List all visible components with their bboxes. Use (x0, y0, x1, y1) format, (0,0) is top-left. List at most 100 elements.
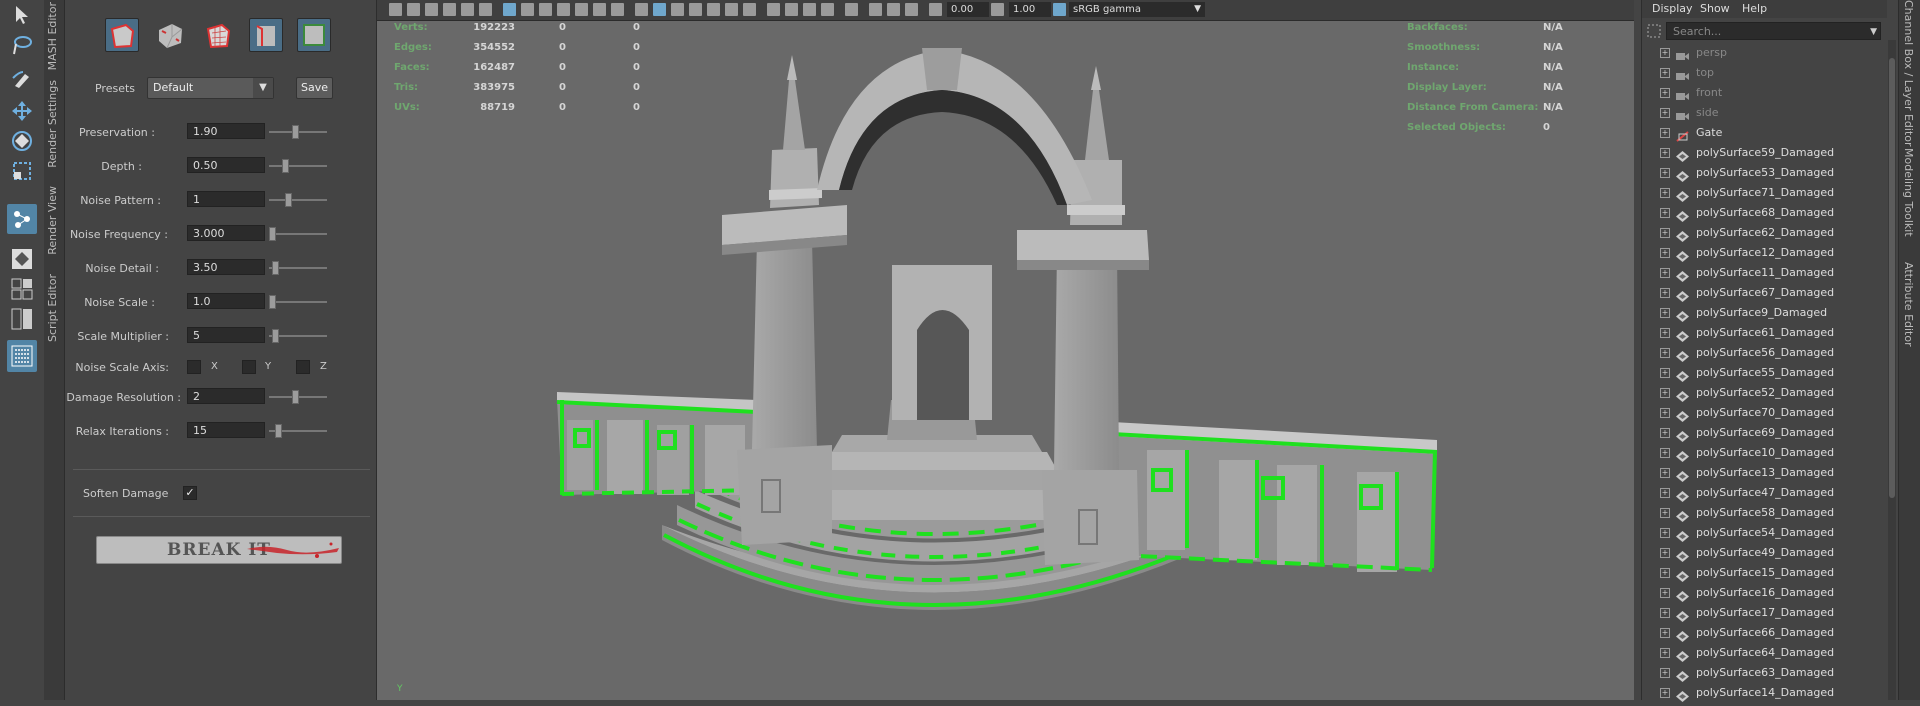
preset-cube-bevel-icon[interactable] (249, 18, 283, 52)
menu-show[interactable]: Show (1700, 2, 1730, 15)
tab-attribute-editor[interactable]: Attribute Editor (1902, 262, 1915, 347)
paint-select-icon[interactable] (7, 64, 37, 94)
outliner-item-row[interactable]: + polySurface16_Damaged (1642, 583, 1882, 603)
gamma-icon[interactable] (991, 3, 1004, 16)
outliner-layout-icon[interactable] (7, 340, 37, 372)
camera-attributes-icon[interactable] (407, 3, 420, 16)
noise-pattern-slider-track[interactable] (269, 199, 327, 201)
move-tool-icon[interactable] (7, 96, 37, 126)
outliner-item-row[interactable]: + polySurface62_Damaged (1642, 223, 1882, 243)
expand-icon[interactable]: + (1660, 568, 1670, 578)
expand-icon[interactable]: + (1660, 208, 1670, 218)
expand-icon[interactable]: + (1660, 648, 1670, 658)
rotate-tool-icon[interactable] (7, 126, 37, 156)
menu-help[interactable]: Help (1742, 2, 1767, 15)
expand-icon[interactable]: + (1660, 88, 1670, 98)
outliner-item-row[interactable]: + polySurface52_Damaged (1642, 383, 1882, 403)
preservation-field[interactable]: 1.90 (187, 123, 265, 139)
outliner-item-row[interactable]: + polySurface64_Damaged (1642, 643, 1882, 663)
expand-icon[interactable]: + (1660, 588, 1670, 598)
noise-axis-x-checkbox[interactable] (187, 360, 201, 374)
outliner-item-row[interactable]: + polySurface11_Damaged (1642, 263, 1882, 283)
relax-iterations-field[interactable]: 15 (187, 422, 265, 438)
expand-icon[interactable]: + (1660, 428, 1670, 438)
xray-active-icon[interactable] (887, 3, 900, 16)
break-it-button[interactable]: BREAK IT (96, 536, 342, 564)
expand-icon[interactable]: + (1660, 528, 1670, 538)
expand-icon[interactable]: + (1660, 268, 1670, 278)
expand-icon[interactable]: + (1660, 668, 1670, 678)
viewport-panel[interactable]: 0.00 1.00 sRGB gamma ▼ Verts: 192223 0 0… (376, 0, 1634, 700)
tab-channel-box[interactable]: Channel Box / Layer Editor (1902, 0, 1915, 147)
outliner-camera-row[interactable]: + front (1642, 83, 1882, 103)
expand-icon[interactable]: + (1660, 248, 1670, 258)
tab-script-editor[interactable]: Script Editor (46, 274, 59, 342)
expand-icon[interactable]: + (1660, 48, 1670, 58)
smooth-shade-icon[interactable] (653, 3, 666, 16)
expand-icon[interactable]: + (1660, 148, 1670, 158)
motion-blur-icon[interactable] (785, 3, 798, 16)
outliner-item-row[interactable]: + polySurface56_Damaged (1642, 343, 1882, 363)
outliner-item-row[interactable]: + polySurface71_Damaged (1642, 183, 1882, 203)
outliner-item-row[interactable]: + polySurface12_Damaged (1642, 243, 1882, 263)
preset-dropdown[interactable]: Default ▼ (147, 77, 274, 99)
grease-pencil-icon[interactable] (479, 3, 492, 16)
expand-icon[interactable]: + (1660, 228, 1670, 238)
textured-icon[interactable] (707, 3, 720, 16)
expand-icon[interactable]: + (1660, 188, 1670, 198)
safe-action-icon[interactable] (593, 3, 606, 16)
noise-frequency-slider-thumb[interactable] (269, 227, 276, 241)
outliner-item-row[interactable]: + polySurface53_Damaged (1642, 163, 1882, 183)
noise-axis-z-checkbox[interactable] (296, 360, 310, 374)
expand-icon[interactable]: + (1660, 468, 1670, 478)
noise-scale-slider-track[interactable] (269, 301, 327, 303)
select-tool-icon[interactable] (7, 0, 37, 30)
scale-tool-icon[interactable] (7, 156, 37, 186)
noise-scale-field[interactable]: 1.0 (187, 293, 265, 309)
outliner-item-row[interactable]: + polySurface15_Damaged (1642, 563, 1882, 583)
tab-mash-editor[interactable]: MASH Editor (46, 2, 59, 70)
outliner-item-row[interactable]: + polySurface69_Damaged (1642, 423, 1882, 443)
noise-pattern-slider-thumb[interactable] (284, 193, 292, 207)
expand-icon[interactable]: + (1660, 128, 1670, 138)
noise-detail-slider-thumb[interactable] (271, 261, 279, 275)
noise-pattern-field[interactable]: 1 (187, 191, 265, 207)
film-gate-icon[interactable] (521, 3, 534, 16)
resolution-gate-icon[interactable] (539, 3, 552, 16)
lighting-icon[interactable] (725, 3, 738, 16)
outliner-camera-row[interactable]: + top (1642, 63, 1882, 83)
expand-icon[interactable]: + (1660, 328, 1670, 338)
filter-icon[interactable] (1646, 23, 1662, 39)
outliner-item-row[interactable]: + polySurface10_Damaged (1642, 443, 1882, 463)
outliner-item-row[interactable]: + polySurface55_Damaged (1642, 363, 1882, 383)
gate-mask-icon[interactable] (557, 3, 570, 16)
exposure-icon[interactable] (929, 3, 942, 16)
outliner-item-row[interactable]: + polySurface68_Damaged (1642, 203, 1882, 223)
noise-axis-y-checkbox[interactable] (242, 360, 256, 374)
outliner-item-row[interactable]: + polySurface17_Damaged (1642, 603, 1882, 623)
depth-slider-track[interactable] (269, 165, 327, 167)
isolate-select-icon[interactable] (845, 3, 858, 16)
xray-icon[interactable] (689, 3, 702, 16)
layout-two-icon[interactable] (7, 304, 37, 334)
expand-icon[interactable]: + (1660, 688, 1670, 698)
field-chart-icon[interactable] (575, 3, 588, 16)
preset-cube-grid-icon[interactable] (201, 18, 235, 52)
outliner-item-row[interactable]: + polySurface47_Damaged (1642, 483, 1882, 503)
damage-resolution-field[interactable]: 2 (187, 388, 265, 404)
2d-pan-icon[interactable] (461, 3, 474, 16)
wireframe-icon[interactable] (635, 3, 648, 16)
safe-title-icon[interactable] (611, 3, 624, 16)
outliner-scrollbar-thumb[interactable] (1889, 58, 1895, 498)
preset-cube-damaged-icon[interactable] (153, 18, 187, 52)
outliner-item-row[interactable]: + polySurface61_Damaged (1642, 323, 1882, 343)
outliner-scrollbar[interactable] (1888, 40, 1896, 700)
expand-icon[interactable]: + (1660, 388, 1670, 398)
noise-scale-slider-thumb[interactable] (269, 295, 276, 309)
outliner-item-row[interactable]: + polySurface9_Damaged (1642, 303, 1882, 323)
expand-icon[interactable]: + (1660, 448, 1670, 458)
anti-aliasing-icon[interactable] (803, 3, 816, 16)
expand-icon[interactable]: + (1660, 368, 1670, 378)
tab-modeling-toolkit[interactable]: Modeling Toolkit (1902, 148, 1915, 237)
expand-icon[interactable]: + (1660, 628, 1670, 638)
